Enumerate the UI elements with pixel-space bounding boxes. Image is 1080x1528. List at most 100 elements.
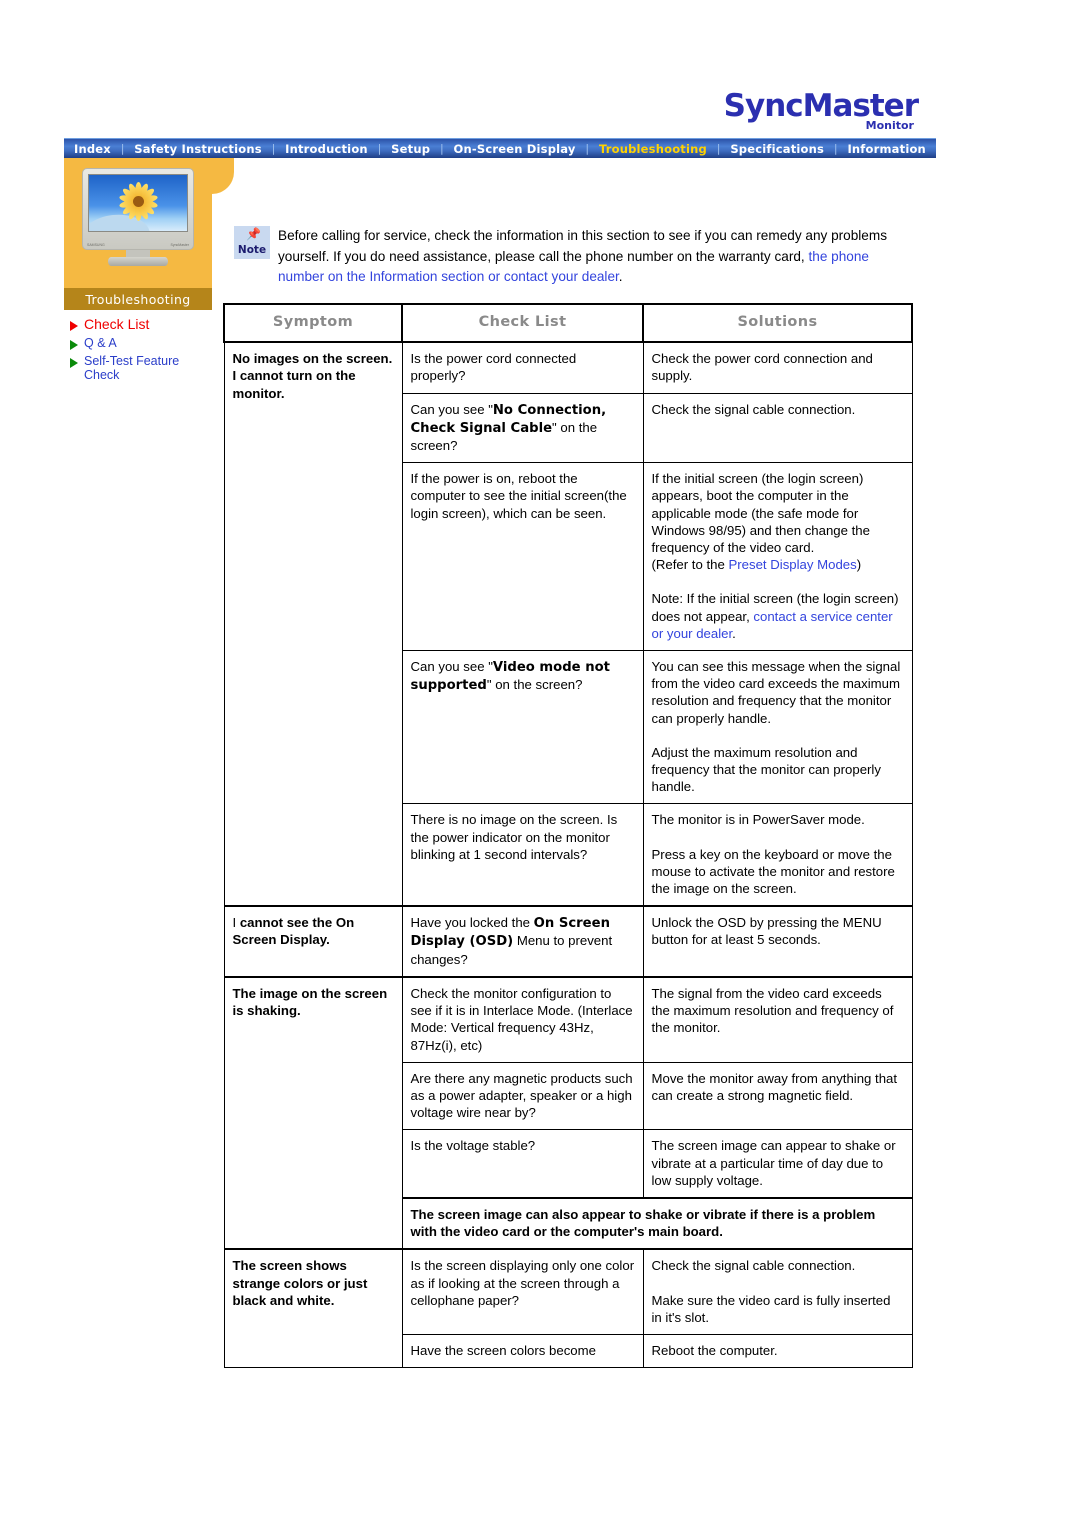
nav-item-index[interactable]: Index — [74, 142, 111, 156]
sunflower-icon — [118, 182, 158, 222]
symptom-prefix: I — [232, 915, 240, 931]
monitor-model-mark: SyncMaster — [170, 243, 189, 247]
pushpin-icon: 📌 — [246, 227, 261, 241]
note-callout: 📌 Note Before calling for service, check… — [234, 226, 914, 288]
sidebar-item-check-list[interactable]: Check List — [70, 316, 212, 332]
nav-item-specifications[interactable]: Specifications — [730, 142, 824, 156]
table-row: The screen shows strange colors or just … — [223, 1248, 913, 1369]
sidebar-link-list: Check List Q & A Self-Test Feature Check — [64, 316, 212, 382]
main-navigation-bar[interactable]: Index | Safety Instructions | Introduction | S… — [64, 138, 936, 158]
note-text-plain: Before calling for service, check the in… — [278, 228, 887, 264]
table-body: No images on the screen. I cannot turn o… — [223, 341, 913, 1369]
checklist-cell: Check the monitor configuration to see i… — [401, 975, 644, 1063]
symptom-cell: I cannot see the On Screen Display. — [223, 905, 403, 978]
nav-separator: | — [120, 142, 125, 155]
checklist-cell: Can you see "Video mode not supported" o… — [401, 650, 644, 805]
note-text-tail: . — [618, 269, 623, 284]
monitor-illustration-icon: SAMSUNG SyncMaster — [74, 166, 202, 270]
solution-cell: The signal from the video card exceeds t… — [642, 975, 913, 1063]
solution-paragraph: Note: If the initial screen (the login s… — [651, 591, 899, 641]
nav-item-introduction[interactable]: Introduction — [285, 142, 368, 156]
checklist-cell: Have you locked the On Screen Display (O… — [401, 905, 644, 978]
brand-name: SyncMaster — [723, 88, 919, 124]
monitor-screen — [88, 174, 188, 232]
solution-reference: (Refer to the Preset Display Modes) — [651, 557, 862, 573]
checklist-cell: There is no image on the screen. Is the … — [401, 803, 644, 907]
table-row: I cannot see the On Screen Display. Have … — [223, 905, 913, 978]
flower-core — [132, 196, 144, 208]
note-text: Before calling for service, check the in… — [278, 226, 914, 288]
nav-separator: | — [271, 142, 276, 155]
nav-item-on-screen-display[interactable]: On-Screen Display — [454, 142, 576, 156]
column-header-symptom: Symptom — [223, 302, 403, 344]
note-badge-label: Note — [237, 244, 267, 256]
sidebar-item-q-a[interactable]: Q & A — [70, 335, 212, 351]
table-row: No images on the screen. I cannot turn o… — [223, 341, 913, 907]
service-center-link[interactable]: contact a service center or your dealer — [652, 609, 893, 641]
checklist-cell: Have the screen colors become — [401, 1333, 644, 1369]
table-head: Symptom Check List Solutions — [223, 302, 913, 344]
troubleshooting-table: Symptom Check List Solutions No images o… — [223, 302, 913, 1369]
nav-item-setup[interactable]: Setup — [391, 142, 430, 156]
sidebar-item-label: Check List — [84, 316, 150, 332]
monitor-stand-base — [108, 257, 168, 266]
solution-cell: Reboot the computer. — [642, 1333, 913, 1369]
solution-cell: If the initial screen (the login screen)… — [642, 462, 913, 652]
column-header-solutions: Solutions — [642, 302, 913, 344]
checklist-cell: Can you see "No Connection, Check Signal… — [401, 392, 644, 464]
sidebar-item-label: Q & A — [84, 335, 117, 350]
sidebar: SAMSUNG SyncMaster Troubleshooting Check… — [64, 158, 234, 387]
sidebar-item-label: Self-Test Feature Check — [84, 354, 180, 382]
table-header-row: Symptom Check List Solutions — [223, 302, 913, 344]
solution-paragraph: The monitor is in PowerSaver mode. — [651, 812, 865, 828]
solution-cell: Check the signal cable connection. — [642, 392, 913, 464]
section-title-banner: Troubleshooting — [64, 288, 212, 310]
sidebar-item-self-test-feature-check[interactable]: Self-Test Feature Check — [70, 354, 212, 382]
solution-paragraph: Check the signal cable connection. — [651, 1258, 856, 1274]
nav-item-information[interactable]: Information — [847, 142, 926, 156]
preset-display-modes-link[interactable]: Preset Display Modes — [728, 557, 856, 572]
table-note-row: The screen image can also appear to shak… — [401, 1196, 913, 1250]
note-badge: 📌 Note — [234, 226, 270, 259]
nav-item-safety-instructions[interactable]: Safety Instructions — [134, 142, 262, 156]
monitor-bezel: SAMSUNG SyncMaster — [82, 168, 194, 250]
solution-paragraph: You can see this message when the signal… — [651, 659, 901, 726]
emphasis-text: On Screen Display (OSD) — [410, 916, 610, 950]
checklist-cell: Is the voltage stable? — [401, 1129, 644, 1199]
green-triangle-icon — [70, 339, 78, 350]
solution-paragraph: Adjust the maximum resolution and freque… — [651, 744, 881, 795]
solution-cell: Check the signal cable connection. Make s… — [642, 1248, 913, 1335]
nav-separator: | — [716, 142, 721, 155]
symptom-cell: The image on the screen is shaking. — [223, 975, 403, 1250]
solution-paragraph: Make sure the video card is fully insert… — [651, 1292, 891, 1325]
nav-separator: | — [833, 142, 838, 155]
column-header-checklist: Check List — [401, 302, 644, 344]
table-row: The image on the screen is shaking. Check… — [223, 975, 913, 1250]
solution-cell: The monitor is in PowerSaver mode. Press … — [642, 803, 913, 907]
checklist-cell: Is the power cord connected properly? — [401, 341, 644, 394]
checklist-cell: If the power is on, reboot the computer … — [401, 462, 644, 652]
syncmaster-logo: SyncMaster Monitor — [718, 88, 919, 136]
solution-paragraph: If the initial screen (the login screen)… — [651, 471, 870, 556]
solution-cell: Move the monitor away from anything that… — [642, 1061, 913, 1131]
solution-cell: Check the power cord connection and supp… — [642, 341, 913, 394]
emphasis-text: No Connection, Check Signal Cable — [410, 402, 607, 436]
nav-item-troubleshooting[interactable]: Troubleshooting — [599, 142, 707, 156]
solution-cell: You can see this message when the signal… — [642, 650, 913, 805]
red-triangle-icon — [70, 321, 78, 331]
emphasis-text: Video mode not supported — [410, 660, 610, 694]
section-thumbnail-panel: SAMSUNG SyncMaster — [64, 158, 234, 288]
green-triangle-icon — [70, 358, 78, 368]
checklist-cell: Are there any magnetic products such as … — [401, 1061, 644, 1131]
nav-separator: | — [377, 142, 382, 155]
symptom-cell: No images on the screen. I cannot turn o… — [223, 341, 403, 907]
solution-cell: The screen image can appear to shake or … — [642, 1129, 913, 1199]
nav-separator: | — [439, 142, 444, 155]
solution-paragraph: Press a key on the keyboard or move the … — [651, 846, 895, 897]
symptom-cell: The screen shows strange colors or just … — [223, 1248, 403, 1369]
monitor-brand-mark: SAMSUNG — [87, 243, 105, 247]
